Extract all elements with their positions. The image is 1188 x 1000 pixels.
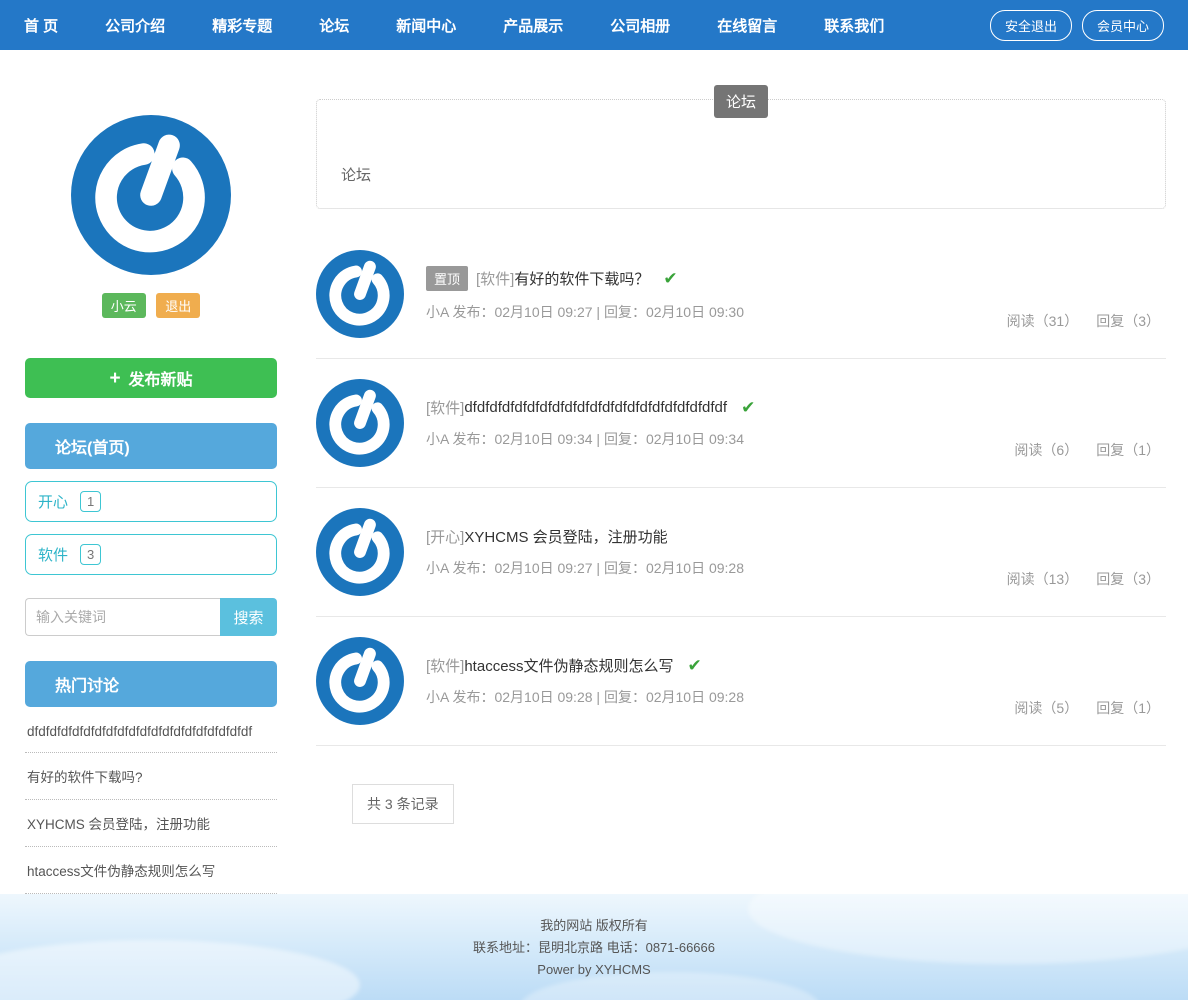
footer-copyright: 我的网站 版权所有 (540, 918, 648, 933)
nav-item-contact-us[interactable]: 联系我们 (824, 15, 884, 36)
nav-item-photo-album[interactable]: 公司相册 (610, 15, 670, 36)
post-avatar-icon[interactable] (316, 379, 404, 467)
footer-powered-by: Power by XYHCMS (537, 962, 651, 977)
member-center-button[interactable]: 会员中心 (1081, 9, 1164, 41)
new-post-button[interactable]: + 发布新贴 (25, 358, 277, 398)
post-row: [软件] htaccess文件伪静态规则怎么写 ✔ 小A 发布：02月10日 0… (316, 637, 1166, 746)
nav-item-featured-topics[interactable]: 精彩专题 (212, 15, 272, 36)
safe-logout-button[interactable]: 安全退出 (989, 9, 1072, 41)
check-icon: ✔ (741, 397, 756, 417)
sidebar: 小云 退出 + 发布新贴 论坛(首页) 开心 1 软件 3 搜索 热门讨论 df… (25, 50, 277, 894)
category-label: 软件 (38, 547, 69, 564)
category-count: 3 (80, 544, 102, 565)
hot-discussions-list: dfdfdfdfdfdfdfdfdfdfdfdfdfdfdfdfdfdfdfdf… (25, 711, 277, 894)
post-title[interactable]: htaccess文件伪静态规则怎么写 (464, 655, 673, 676)
user-avatar-wrap (25, 115, 277, 280)
post-replies: 回复（3） (1096, 571, 1160, 587)
post-title-row: [开心] XYHCMS 会员登陆，注册功能 (426, 526, 744, 547)
power-logo-icon[interactable] (71, 115, 231, 275)
post-replies: 回复（1） (1096, 700, 1160, 716)
post-avatar-icon[interactable] (316, 508, 404, 596)
nav-item-news-center[interactable]: 新闻中心 (396, 15, 456, 36)
post-reads: 阅读（31） (1006, 313, 1079, 329)
post-meta: 小A 发布：02月10日 09:27 | 回复：02月10日 09:28 (426, 560, 745, 576)
search-bar: 搜索 (25, 598, 277, 636)
nav-item-company-intro[interactable]: 公司介绍 (105, 15, 165, 36)
post-body: 置顶 [软件] 有好的软件下载吗？ ✔ 小A 发布：02月10日 09:27 |… (426, 266, 744, 322)
post-list: 置顶 [软件] 有好的软件下载吗？ ✔ 小A 发布：02月10日 09:27 |… (316, 250, 1166, 746)
logout-badge[interactable]: 退出 (156, 293, 201, 318)
hot-item[interactable]: 有好的软件下载吗? (25, 753, 277, 800)
post-stats: 阅读（5） 回复（1） (1014, 698, 1160, 718)
search-input[interactable] (25, 598, 220, 636)
post-replies: 回复（1） (1096, 442, 1160, 458)
nav-right-buttons: 安全退出 会员中心 (989, 9, 1164, 41)
plus-icon: + (109, 367, 121, 389)
post-title-row: 置顶 [软件] 有好的软件下载吗？ ✔ (426, 266, 744, 291)
post-body: [软件] dfdfdfdfdfdfdfdfdfdfdfdfdfdfdfdfdfd… (426, 397, 755, 449)
check-icon: ✔ (687, 655, 702, 675)
check-icon: ✔ (663, 268, 678, 288)
page-content: 小云 退出 + 发布新贴 论坛(首页) 开心 1 软件 3 搜索 热门讨论 df… (0, 50, 1188, 894)
post-meta: 小A 发布：02月10日 09:27 | 回复：02月10日 09:30 (426, 304, 745, 320)
hot-item[interactable]: htaccess文件伪静态规则怎么写 (25, 847, 277, 894)
hot-item[interactable]: dfdfdfdfdfdfdfdfdfdfdfdfdfdfdfdfdfdfdfdf (25, 711, 277, 753)
nav-item-online-message[interactable]: 在线留言 (717, 15, 777, 36)
post-body: [开心] XYHCMS 会员登陆，注册功能 小A 发布：02月10日 09:27… (426, 526, 744, 578)
post-title-row: [软件] htaccess文件伪静态规则怎么写 ✔ (426, 655, 744, 676)
post-meta: 小A 发布：02月10日 09:28 | 回复：02月10日 09:28 (426, 689, 745, 705)
pinned-badge: 置顶 (426, 266, 469, 291)
user-badges: 小云 退出 (25, 293, 277, 318)
page-footer: 我的网站 版权所有 联系地址：昆明北京路 电话：0871-66666 Power… (0, 894, 1188, 1000)
hot-item[interactable]: XYHCMS 会员登陆，注册功能 (25, 800, 277, 847)
main-column: 论坛 论坛 置顶 [软件] 有好的软件下载吗？ ✔ 小A 发布：02月10日 0… (316, 50, 1166, 894)
category-label: 开心 (38, 494, 69, 511)
footer-contact: 联系地址：昆明北京路 电话：0871-66666 (472, 940, 715, 955)
forum-home-header[interactable]: 论坛(首页) (25, 423, 277, 469)
top-nav-bar: 首 页 公司介绍 精彩专题 论坛 新闻中心 产品展示 公司相册 在线留言 联系我… (0, 0, 1188, 50)
post-avatar-icon[interactable] (316, 637, 404, 725)
category-count: 1 (80, 491, 102, 512)
post-tag: [软件] (426, 400, 465, 417)
post-tag: [软件] (476, 271, 515, 288)
category-happy[interactable]: 开心 1 (25, 481, 277, 522)
username-badge[interactable]: 小云 (101, 293, 146, 318)
post-avatar-icon[interactable] (316, 250, 404, 338)
forum-panel-badge: 论坛 (713, 85, 769, 118)
post-row: [开心] XYHCMS 会员登陆，注册功能 小A 发布：02月10日 09:27… (316, 508, 1166, 617)
new-post-label: 发布新贴 (128, 372, 193, 389)
post-tag: [软件] (426, 658, 465, 675)
post-stats: 阅读（13） 回复（3） (1007, 569, 1160, 589)
post-row: [软件] dfdfdfdfdfdfdfdfdfdfdfdfdfdfdfdfdfd… (316, 379, 1166, 488)
hot-discussions-header: 热门讨论 (25, 661, 277, 707)
category-software[interactable]: 软件 3 (25, 534, 277, 575)
post-body: [软件] htaccess文件伪静态规则怎么写 ✔ 小A 发布：02月10日 0… (426, 655, 744, 707)
search-button[interactable]: 搜索 (220, 598, 277, 636)
forum-panel-title[interactable]: 论坛 (341, 164, 371, 185)
post-stats: 阅读（31） 回复（3） (1007, 311, 1160, 331)
nav-item-forum[interactable]: 论坛 (319, 15, 349, 36)
post-replies: 回复（3） (1096, 313, 1160, 329)
post-title[interactable]: dfdfdfdfdfdfdfdfdfdfdfdfdfdfdfdfdfdfdfdf… (464, 399, 727, 416)
nav-item-home[interactable]: 首 页 (24, 15, 58, 36)
post-reads: 阅读（6） (1014, 442, 1079, 458)
post-meta: 小A 发布：02月10日 09:34 | 回复：02月10日 09:34 (426, 431, 745, 447)
post-title-row: [软件] dfdfdfdfdfdfdfdfdfdfdfdfdfdfdfdfdfd… (426, 397, 755, 418)
post-reads: 阅读（13） (1006, 571, 1079, 587)
total-records-box: 共 3 条记录 (352, 784, 454, 824)
post-reads: 阅读（5） (1014, 700, 1079, 716)
forum-panel: 论坛 论坛 (316, 85, 1166, 209)
post-row: 置顶 [软件] 有好的软件下载吗？ ✔ 小A 发布：02月10日 09:27 |… (316, 250, 1166, 359)
post-title[interactable]: 有好的软件下载吗？ (514, 268, 649, 289)
post-title[interactable]: XYHCMS 会员登陆，注册功能 (464, 526, 667, 547)
post-stats: 阅读（6） 回复（1） (1014, 440, 1160, 460)
nav-item-products[interactable]: 产品展示 (503, 15, 563, 36)
post-tag: [开心] (426, 529, 465, 546)
